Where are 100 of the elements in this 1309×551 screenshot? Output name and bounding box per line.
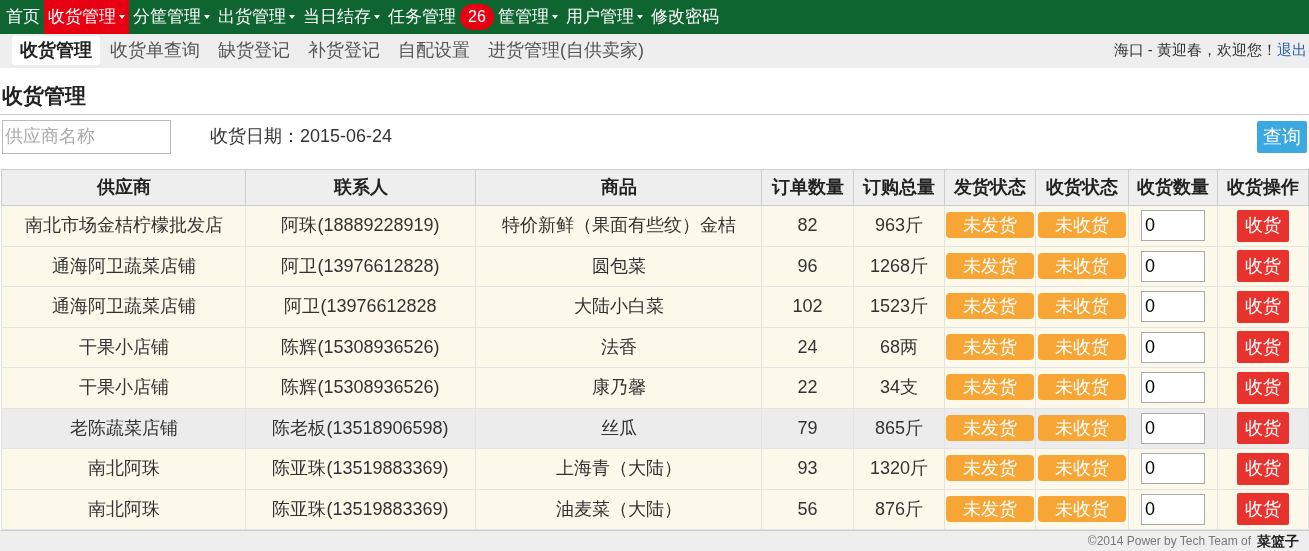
quantity-input[interactable]: 0 <box>1141 372 1205 404</box>
table-cell: 1320斤 <box>853 448 945 489</box>
receive-button[interactable]: 收货 <box>1237 452 1289 485</box>
table-cell: 79 <box>761 408 854 449</box>
table-cell: 82 <box>761 205 854 246</box>
quantity-input[interactable]: 0 <box>1141 210 1205 242</box>
status-label: 未发货 <box>946 212 1034 239</box>
column-header: 供应商 <box>1 169 246 206</box>
receive-button[interactable]: 收货 <box>1237 412 1289 445</box>
table-cell: 丝瓜 <box>475 408 762 449</box>
quantity-input[interactable]: 0 <box>1141 331 1205 363</box>
table-cell: 34支 <box>853 367 945 408</box>
table-row[interactable]: 南北市场金桔柠檬批发店 阿珠(18889228919) 特价新鲜（果面有些纹）金桔 82 963斤 未发货 未收货 0 收货 <box>1 205 1309 246</box>
quantity-input[interactable]: 0 <box>1141 250 1205 282</box>
table-cell: 93 <box>761 448 854 489</box>
table-cell: 老陈蔬菜店铺 <box>1 408 246 449</box>
status-label: 未收货 <box>1038 333 1126 360</box>
sub-nav-tab[interactable]: 进货管理(自供卖家) <box>480 36 652 66</box>
nav-item[interactable]: 首页 <box>2 0 44 34</box>
status-label: 未收货 <box>1038 293 1126 320</box>
table-cell: 876斤 <box>853 489 945 530</box>
receive-button[interactable]: 收货 <box>1237 331 1289 364</box>
nav-item[interactable]: 当日结存 <box>299 0 384 34</box>
table-row[interactable]: 南北阿珠 陈亚珠(13519883369) 油麦菜（大陆） 56 876斤 未发货 未收货 0 收货 <box>1 489 1309 530</box>
table-cell: 陈亚珠(13519883369) <box>245 448 476 489</box>
caret-icon <box>119 14 125 19</box>
brand-logo: 菜篮子 <box>1257 531 1299 551</box>
table-cell: 特价新鲜（果面有些纹）金桔 <box>475 205 762 246</box>
nav-item[interactable]: 收货管理 <box>44 0 129 34</box>
table-cell: 油麦菜（大陆） <box>475 489 762 530</box>
table-row[interactable]: 通海阿卫蔬菜店铺 阿卫(13976612828 大陆小白菜 102 1523斤 未发货 未收货 0 收货 <box>1 286 1309 327</box>
quantity-input[interactable]: 0 <box>1141 291 1205 323</box>
quantity-input[interactable]: 0 <box>1141 412 1205 444</box>
nav-item[interactable]: 用户管理 <box>561 0 647 34</box>
table-cell: 陈辉(15308936526) <box>245 327 476 368</box>
sub-nav-tab[interactable]: 缺货登记 <box>210 36 298 66</box>
caret-icon <box>551 14 558 19</box>
table-cell: 阿卫(13976612828) <box>245 246 476 287</box>
caret-icon <box>374 14 380 19</box>
column-header: 发货状态 <box>944 169 1036 206</box>
sub-nav-tab[interactable]: 补货登记 <box>300 36 388 66</box>
table-cell: 干果小店铺 <box>1 367 246 408</box>
caret-icon <box>636 14 643 19</box>
status-label: 未发货 <box>946 293 1034 320</box>
table-cell: 干果小店铺 <box>1 327 246 368</box>
supplier-search-field[interactable]: 供应商名称 <box>2 119 171 154</box>
table-row[interactable]: 老陈蔬菜店铺 陈老板(13518906598) 丝瓜 79 865斤 未发货 未收货 0 收货 <box>1 408 1309 449</box>
sub-nav-tab[interactable]: 收货管理 <box>12 36 100 66</box>
sub-nav-tab[interactable]: 自配设置 <box>390 36 478 66</box>
nav-item[interactable]: 任务管理 <box>384 0 460 34</box>
column-header: 商品 <box>475 169 762 206</box>
status-label: 未发货 <box>946 374 1034 401</box>
footer-text: ©2014 Power by Tech Team of <box>1087 533 1251 550</box>
status-label: 未收货 <box>1038 414 1126 441</box>
table-cell: 56 <box>761 489 854 530</box>
nav-item[interactable]: 修改密码 <box>646 0 723 34</box>
table-cell: 1523斤 <box>853 286 945 327</box>
count-badge: 26 <box>460 3 494 30</box>
receive-button[interactable]: 收货 <box>1237 493 1289 526</box>
table-cell: 圆包菜 <box>475 246 762 287</box>
table-row[interactable]: 干果小店铺 陈辉(15308936526) 法香 24 68两 未发货 未收货 0 收货 <box>1 327 1309 368</box>
table-cell: 通海阿卫蔬菜店铺 <box>1 286 246 327</box>
nav-item[interactable]: 出货管理 <box>214 0 299 34</box>
receive-button[interactable]: 收货 <box>1237 209 1289 242</box>
table-cell: 南北阿珠 <box>1 448 246 489</box>
receive-button[interactable]: 收货 <box>1237 290 1289 323</box>
receive-button[interactable]: 收货 <box>1237 371 1289 404</box>
nav-item[interactable]: 筐管理 <box>493 0 562 34</box>
nav-item[interactable]: 分筐管理 <box>129 0 214 34</box>
column-header: 联系人 <box>245 169 476 206</box>
table-cell: 阿珠(18889228919) <box>245 205 476 246</box>
table-cell: 陈老板(13518906598) <box>245 408 476 449</box>
table-cell: 康乃馨 <box>475 367 762 408</box>
table-cell: 68两 <box>853 327 945 368</box>
table-cell: 阿卫(13976612828 <box>245 286 476 327</box>
receive-button[interactable]: 收货 <box>1237 250 1289 283</box>
status-label: 未收货 <box>1038 374 1126 401</box>
caret-icon <box>289 14 295 19</box>
status-label: 未收货 <box>1038 252 1126 279</box>
status-label: 未收货 <box>1038 455 1126 482</box>
table-cell: 大陆小白菜 <box>475 286 762 327</box>
caret-icon <box>204 14 210 19</box>
table-cell: 陈辉(15308936526) <box>245 367 476 408</box>
sub-nav-tab[interactable]: 收货单查询 <box>102 36 208 66</box>
table-row[interactable]: 南北阿珠 陈亚珠(13519883369) 上海青（大陆） 93 1320斤 未发货 未收货 0 收货 <box>1 448 1309 489</box>
column-header: 收货状态 <box>1035 169 1129 206</box>
quantity-input[interactable]: 0 <box>1141 493 1205 525</box>
table-cell: 1268斤 <box>853 246 945 287</box>
table-cell: 通海阿卫蔬菜店铺 <box>1 246 246 287</box>
table-cell: 法香 <box>475 327 762 368</box>
table-cell: 102 <box>761 286 854 327</box>
table-cell: 96 <box>761 246 854 287</box>
quantity-input[interactable]: 0 <box>1141 453 1205 485</box>
table-row[interactable]: 通海阿卫蔬菜店铺 阿卫(13976612828) 圆包菜 96 1268斤 未发货 未收货 0 收货 <box>1 246 1309 287</box>
table-cell: 24 <box>761 327 854 368</box>
status-label: 未发货 <box>946 495 1034 522</box>
table-cell: 南北阿珠 <box>1 489 246 530</box>
logout-link[interactable]: 退出 <box>1277 39 1307 62</box>
table-row[interactable]: 干果小店铺 陈辉(15308936526) 康乃馨 22 34支 未发货 未收货 0 收货 <box>1 367 1309 408</box>
page-title: 收货管理 <box>2 82 87 109</box>
